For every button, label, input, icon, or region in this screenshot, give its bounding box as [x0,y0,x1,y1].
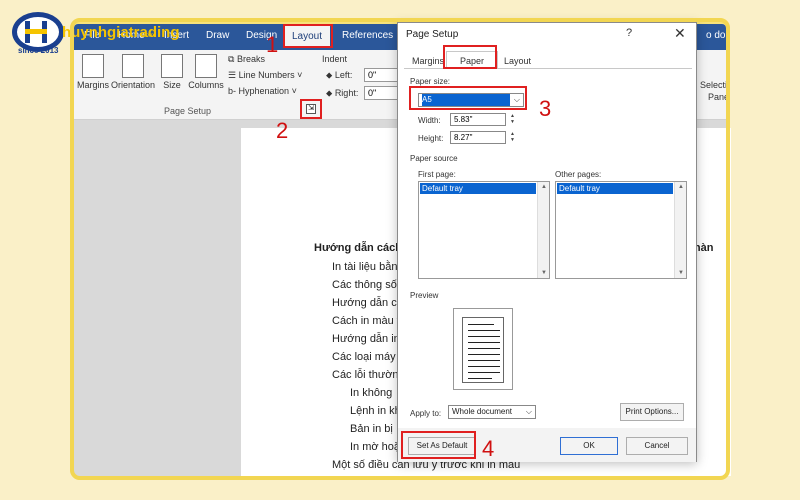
size-label: Size [163,80,181,90]
ok-button[interactable]: OK [560,437,618,455]
help-icon[interactable]: ? [626,27,632,39]
dialog-tab-margins[interactable]: Margins [412,56,444,66]
width-stepper-icon[interactable]: ▲ ▼ [508,113,517,126]
doc-line-3: Hướng dẫn cà [332,297,403,309]
other-pages-list[interactable]: Default tray ▲ ▼ [555,181,687,279]
orientation-button[interactable]: Orientation [110,54,156,90]
orientation-label: Orientation [110,80,156,90]
orientation-icon [122,54,144,78]
breaks-label: Breaks [236,54,265,64]
doc-line-7: Các lỗi thườn [332,369,399,381]
brand-domain-suffix: .com [141,33,155,39]
other-pages-label: Other pages: [555,170,602,179]
indent-left-label: ⬥ Left: [326,70,353,80]
width-label: Width: [418,116,441,125]
height-input[interactable]: 8.27" [450,131,506,144]
selection-pane-label[interactable]: Selecti [700,80,726,90]
doc-line-10: Bản in bị [350,423,393,435]
apply-to-select[interactable]: Whole document ⌵ [448,405,536,419]
size-icon [161,54,183,78]
selection-pane-label-2[interactable]: Pane [708,92,726,102]
doc-line-9: Lệnh in kh [350,405,401,417]
page-setup-group-label: Page Setup [164,106,212,116]
preview-box [453,308,513,390]
first-page-list[interactable]: Default tray ▲ ▼ [418,181,550,279]
other-pages-scrollbar[interactable]: ▲ ▼ [674,182,686,278]
print-options-button[interactable]: Print Options... [620,403,684,421]
scroll-down-icon[interactable]: ▼ [538,268,550,278]
columns-button[interactable]: Columns [188,54,224,90]
margins-icon [82,54,104,78]
step-number-2: 2 [276,118,289,143]
tab-draw[interactable]: Draw [206,30,229,41]
indent-right-text: Right: [334,88,359,98]
tab-references[interactable]: References [342,30,393,41]
scroll-down-icon[interactable]: ▼ [675,268,687,278]
close-icon[interactable]: ✕ [674,25,686,42]
doc-line-5: Hướng dẫn in [332,333,400,345]
apply-to-label: Apply to: [410,409,442,418]
height-stepper-icon[interactable]: ▲ ▼ [508,131,517,144]
doc-line-6: Các loại máy [332,351,396,363]
indent-left-input[interactable]: 0" [364,68,400,82]
columns-label: Columns [188,80,224,90]
first-page-scrollbar[interactable]: ▲ ▼ [537,182,549,278]
line-numbers-button[interactable]: ☰ Line Numbers ˅ [228,70,302,81]
hyphenation-label: Hyphenation [238,86,290,96]
annotation-box-layout [283,24,333,48]
paper-source-label: Paper source [410,154,458,163]
doc-heading: Hướng dẫn cách [314,242,402,254]
first-page-label: First page: [418,170,456,179]
preview-page-icon [462,317,504,383]
step-number-4: 4 [482,436,495,461]
columns-icon [195,54,217,78]
indent-right-input[interactable]: 0" [364,86,400,100]
doc-line-11: In mờ hoặ [350,441,401,453]
width-input[interactable]: 5.83" [450,113,506,126]
hyphenation-button[interactable]: b‑ Hyphenation ˅ [228,86,297,96]
cancel-button[interactable]: Cancel [626,437,688,455]
first-page-selected[interactable]: Default tray [420,183,536,194]
preview-label: Preview [410,291,439,300]
annotation-box-set-default [401,431,476,459]
dialog-title: Page Setup [406,29,459,40]
tab-right-fragment[interactable]: o do [706,30,725,41]
line-numbers-label: Line Numbers [238,70,295,80]
size-button[interactable]: Size [160,54,184,90]
indent-left-text: Left: [334,70,353,80]
doc-line-2: Các thông số [332,279,397,291]
margins-button[interactable]: Margins [76,54,110,90]
doc-line-1: In tài liệu bằn [332,261,398,273]
doc-line-8: In không [350,387,393,399]
paper-size-label: Paper size: [410,77,451,86]
step-number-3: 3 [539,96,552,121]
dialog-tab-layout[interactable]: Layout [504,56,531,66]
other-pages-selected[interactable]: Default tray [557,183,673,194]
apply-to-value: Whole document [452,407,513,416]
height-label: Height: [418,134,444,143]
step-number-1: 1 [266,32,279,57]
brand-name: huynhgiatrading [62,24,180,41]
annotation-box-paper-size [409,86,527,110]
indent-label: Indent [322,54,348,64]
brand-since: since 2013 [18,46,59,55]
scroll-up-icon[interactable]: ▲ [538,182,550,192]
indent-right-label: ⬥ Right: [326,88,359,98]
annotation-box-paper-tab [443,45,497,69]
chevron-down-icon: ⌵ [525,407,532,416]
annotation-box-launcher [300,99,322,119]
breaks-button[interactable]: ⧉ Breaks [228,54,265,65]
scroll-up-icon[interactable]: ▲ [675,182,687,192]
doc-line-4: Cách in màu t [332,315,400,327]
margins-label: Margins [76,80,109,90]
